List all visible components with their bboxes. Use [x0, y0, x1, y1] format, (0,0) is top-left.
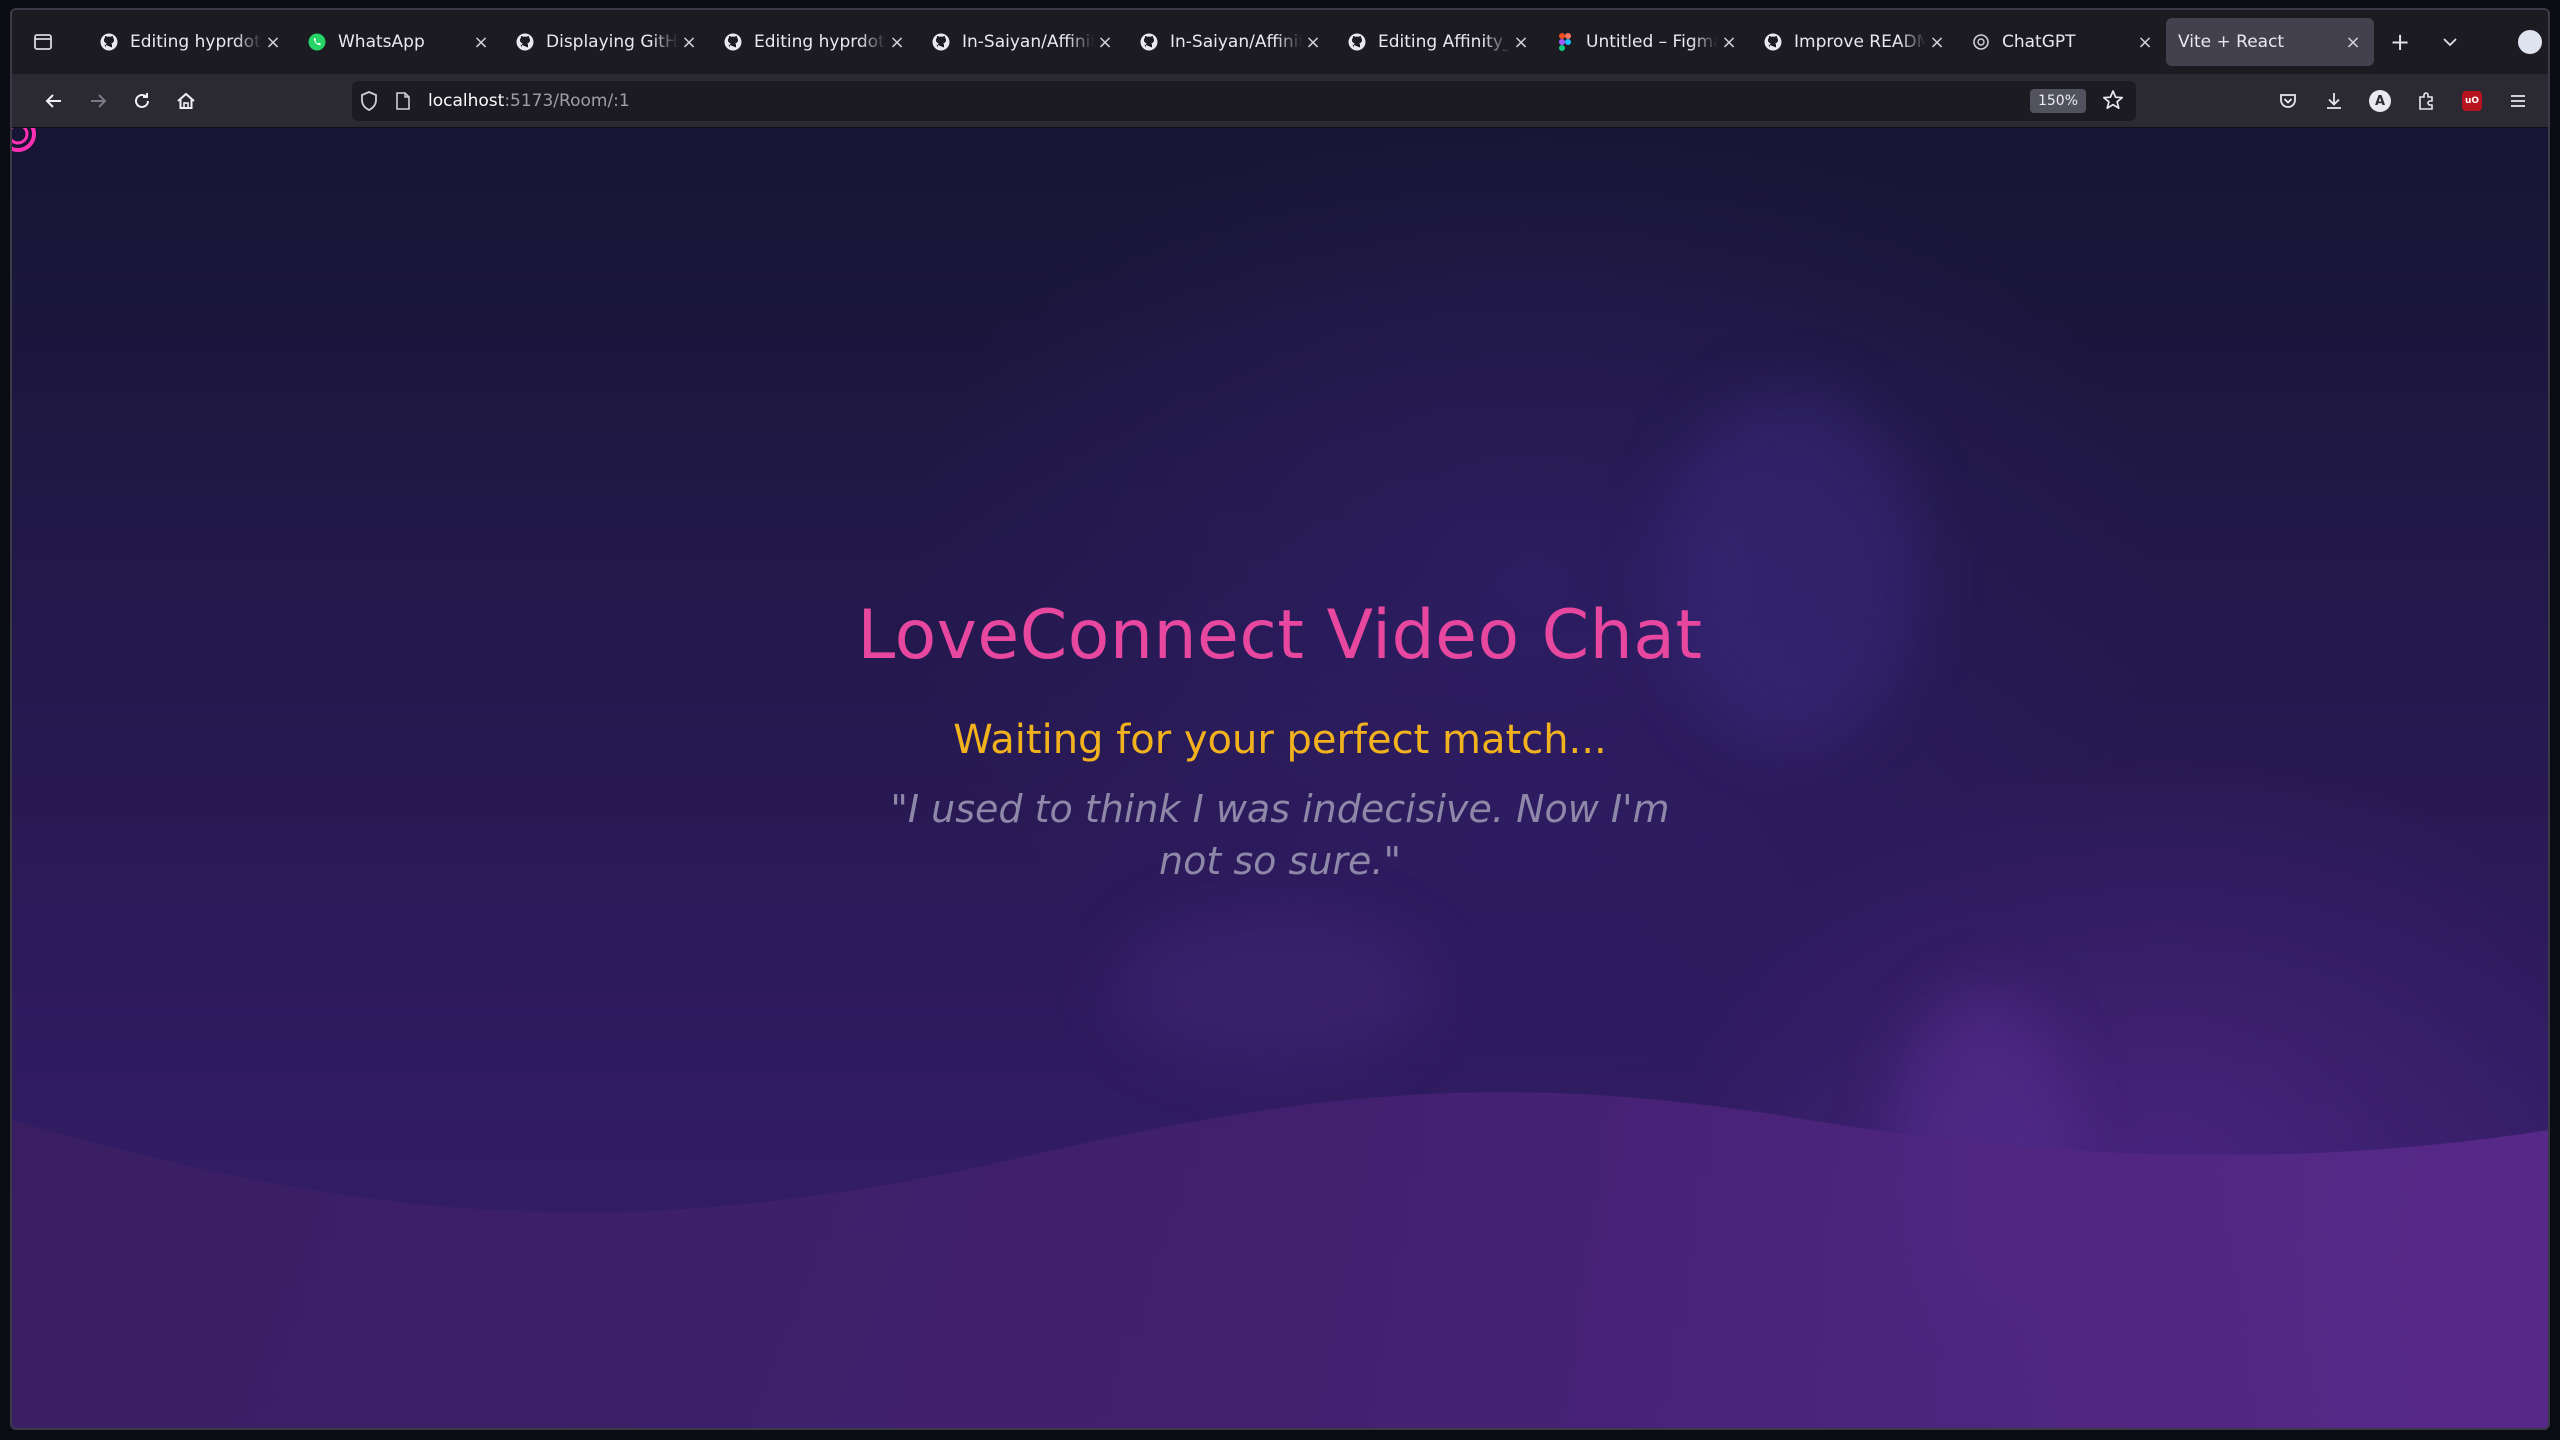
tab-close-icon[interactable]: × — [2134, 31, 2156, 53]
url-path: :5173/Room/:1 — [504, 91, 630, 111]
tab-list-icon — [34, 34, 52, 50]
tab-label: WhatsApp — [338, 32, 425, 52]
decorative-wave — [12, 1092, 2548, 1428]
tab-overview-button[interactable] — [22, 21, 64, 63]
tab[interactable]: Editing hyprdots/README× — [86, 18, 294, 66]
new-tab-button[interactable]: + — [2382, 24, 2418, 60]
tab[interactable]: In-Saiyan/Affinity_× — [918, 18, 1126, 66]
arrow-right-icon — [91, 93, 107, 108]
chevron-down-icon — [2443, 38, 2457, 47]
forward-button[interactable] — [76, 81, 120, 121]
github-icon — [1138, 31, 1160, 53]
hamburger-menu-icon — [2511, 95, 2525, 107]
tab-label: Editing Affinity_fr — [1378, 32, 1510, 52]
tab[interactable]: WhatsApp × — [294, 18, 502, 66]
tab[interactable]: ChatGPT × — [1958, 18, 2166, 66]
figma-icon — [1554, 31, 1576, 53]
tab-label: ChatGPT — [2002, 32, 2076, 52]
tab-close-icon[interactable]: × — [1926, 31, 1948, 53]
toolbar-right: A uO — [2270, 74, 2536, 128]
bookmark-button[interactable] — [2102, 89, 2124, 115]
ublock-button[interactable]: uO — [2454, 83, 2490, 119]
github-icon — [1762, 31, 1784, 53]
home-button[interactable] — [164, 81, 208, 121]
url-text[interactable]: localhost:5173/Room/:1 — [428, 91, 630, 111]
tab-close-icon[interactable]: × — [678, 31, 700, 53]
tracking-protection-button[interactable] — [352, 91, 386, 111]
extensions-button[interactable] — [2408, 83, 2444, 119]
tab[interactable]: Editing Affinity_fr × — [1334, 18, 1542, 66]
tab-actions: + — [2382, 24, 2468, 60]
tab[interactable]: Improve README× — [1750, 18, 1958, 66]
tab-close-icon[interactable]: × — [1302, 31, 1324, 53]
tab[interactable]: Untitled – Figma × — [1542, 18, 1750, 66]
star-icon — [2102, 90, 2124, 110]
url-host: localhost — [428, 91, 505, 111]
tab-active[interactable]: Vite + React × — [2166, 18, 2374, 66]
back-button[interactable] — [32, 81, 76, 121]
tab-close-icon[interactable]: × — [1094, 31, 1116, 53]
waiting-panel: LoveConnect Video Chat Waiting for your … — [12, 596, 2548, 887]
tab-label: In-Saiyan/Affinity_ — [1170, 32, 1302, 52]
zoom-level-button[interactable]: 150% — [2029, 89, 2086, 113]
list-all-tabs-button[interactable] — [2432, 24, 2468, 60]
tab-close-icon[interactable]: × — [470, 31, 492, 53]
page-title: LoveConnect Video Chat — [857, 596, 1703, 675]
tab-label: Vite + React — [2178, 32, 2285, 52]
tab-close-icon[interactable]: × — [1510, 31, 1532, 53]
ublock-icon: uO — [2462, 91, 2482, 111]
github-icon — [98, 31, 120, 53]
background-glow — [1112, 908, 1432, 1068]
status-text: Waiting for your perfect match... — [953, 717, 1607, 763]
pocket-icon — [2280, 94, 2296, 108]
downloads-button[interactable] — [2316, 83, 2352, 119]
desktop-edge — [0, 1430, 2560, 1440]
arrow-left-icon — [45, 93, 61, 108]
github-icon — [514, 31, 536, 53]
tab-list: Editing hyprdots/README×WhatsApp×Display… — [86, 18, 2374, 66]
tab-close-icon[interactable]: × — [262, 31, 284, 53]
app-menu-button[interactable] — [2500, 83, 2536, 119]
tab[interactable]: In-Saiyan/Affinity_× — [1126, 18, 1334, 66]
reload-icon — [135, 92, 149, 108]
home-icon — [177, 92, 195, 109]
tab-label: Displaying GitHub — [546, 32, 678, 52]
reload-button[interactable] — [120, 81, 164, 121]
tab-close-icon[interactable]: × — [1718, 31, 1740, 53]
openai-icon — [1970, 31, 1992, 53]
github-icon — [1346, 31, 1368, 53]
whatsapp-icon — [306, 31, 328, 53]
shield-icon — [361, 91, 377, 111]
account-button[interactable]: A — [2362, 83, 2398, 119]
tab-label: Editing hyprdots/README — [754, 32, 886, 52]
page-viewport: LoveConnect Video Chat Waiting for your … — [12, 128, 2548, 1428]
page-icon — [396, 92, 410, 110]
profile-indicator[interactable] — [2518, 30, 2542, 54]
quote-text: "I used to think I was indecisive. Now I… — [890, 787, 1670, 883]
tab-close-icon[interactable]: × — [886, 31, 908, 53]
download-icon — [2327, 93, 2341, 109]
tab-label: Untitled – Figma — [1586, 32, 1718, 52]
puzzle-icon — [2419, 92, 2433, 110]
tab-strip: Editing hyprdots/README×WhatsApp×Display… — [12, 10, 2548, 74]
github-icon — [930, 31, 952, 53]
page-info-button[interactable] — [386, 92, 420, 110]
address-bar[interactable]: localhost:5173/Room/:1 150% — [352, 81, 2136, 121]
nav-toolbar: localhost:5173/Room/:1 150% A uO — [12, 74, 2548, 128]
tab-close-icon[interactable]: × — [2342, 31, 2364, 53]
plus-icon: + — [2389, 28, 2411, 56]
browser-window: Editing hyprdots/README×WhatsApp×Display… — [10, 8, 2550, 1430]
account-avatar-icon: A — [2369, 90, 2391, 112]
tab[interactable]: Displaying GitHub× — [502, 18, 710, 66]
tab-label: In-Saiyan/Affinity_ — [962, 32, 1094, 52]
tab[interactable]: Editing hyprdots/README× — [710, 18, 918, 66]
tab-label: Improve README — [1794, 32, 1926, 52]
app-logo-icon — [12, 128, 36, 152]
tab-label: Editing hyprdots/README — [130, 32, 262, 52]
github-icon — [722, 31, 744, 53]
pocket-button[interactable] — [2270, 83, 2306, 119]
